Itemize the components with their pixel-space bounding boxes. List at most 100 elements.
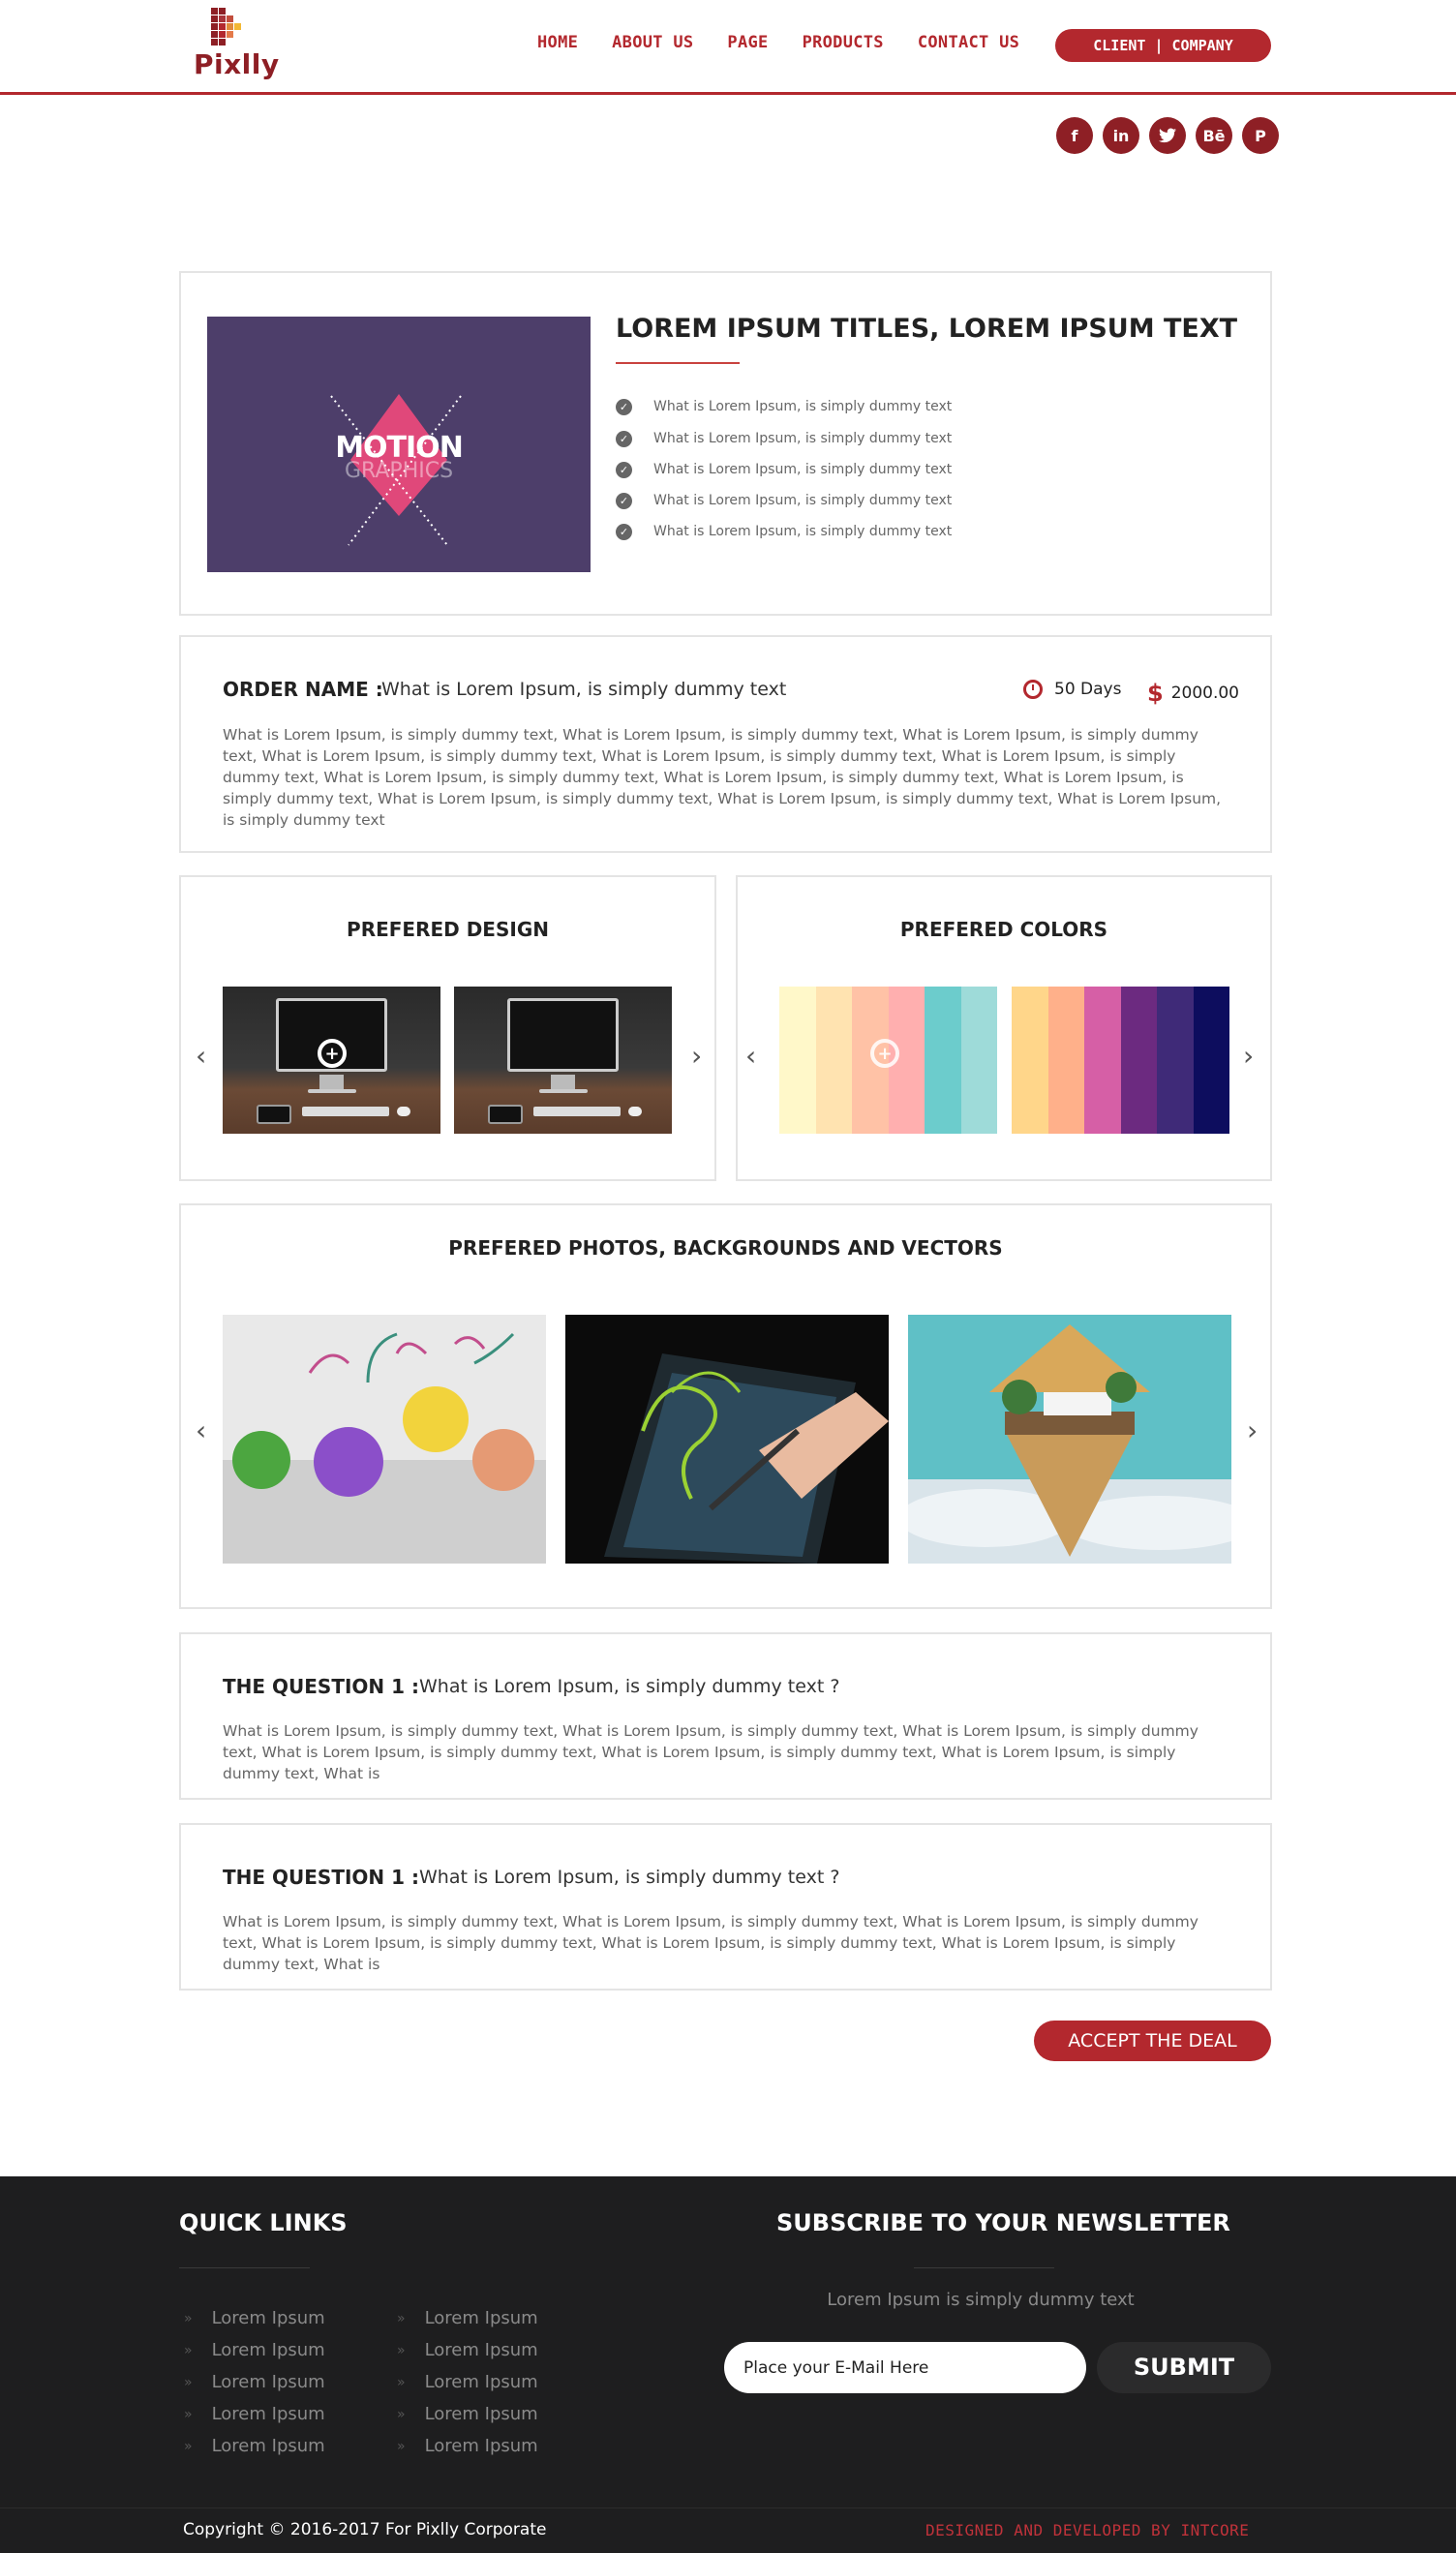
quick-link-label: Lorem Ipsum: [424, 2372, 538, 2392]
color-swatch: [1047, 987, 1084, 1134]
nav-contact-us[interactable]: CONTACT US: [918, 33, 1019, 52]
list-item: ✓ What is Lorem Ipsum, is simply dummy te…: [616, 460, 952, 479]
question-label: THE QUESTION 1 :: [223, 1675, 419, 1698]
prefered-photos-title: PREFERED PHOTOS, BACKGROUNDS AND VECTORS: [448, 1236, 1003, 1260]
chevron-right-icon[interactable]: ›: [691, 1040, 702, 1072]
double-chevron-icon: »: [397, 2406, 406, 2422]
double-chevron-icon: »: [184, 2406, 193, 2422]
chevron-left-icon[interactable]: ‹: [745, 1040, 756, 1072]
chevron-right-icon[interactable]: ›: [1243, 1040, 1254, 1072]
color-swatch: [1193, 987, 1229, 1134]
linkedin-icon[interactable]: in: [1103, 117, 1139, 154]
quick-link-label: Lorem Ipsum: [424, 2404, 538, 2424]
double-chevron-icon: »: [184, 2438, 193, 2454]
question-card: THE QUESTION 1 : What is Lorem Ipsum, is…: [179, 1632, 1272, 1800]
question-description: What is Lorem Ipsum, is simply dummy tex…: [223, 1722, 1198, 1782]
quick-link[interactable]: » Lorem Ipsum: [184, 2366, 325, 2398]
order-days-text: 50 Days: [1054, 680, 1122, 699]
quick-links-column-1: » Lorem Ipsum » Lorem Ipsum » Lorem Ipsum »…: [184, 2302, 325, 2462]
check-circle-icon: ✓: [616, 430, 632, 447]
chevron-right-icon[interactable]: ›: [1247, 1414, 1258, 1446]
monitor-base: [308, 1089, 356, 1093]
main-nav: HOME ABOUT US PAGE PRODUCTS CONTACT US: [537, 33, 1053, 52]
quick-link[interactable]: » Lorem Ipsum: [397, 2398, 538, 2430]
zoom-in-icon[interactable]: +: [870, 1039, 899, 1068]
newsletter-subtitle: Lorem Ipsum is simply dummy text: [827, 2290, 1135, 2310]
check-circle-icon: ✓: [616, 492, 632, 509]
quick-link[interactable]: » Lorem Ipsum: [397, 2334, 538, 2366]
quick-link[interactable]: » Lorem Ipsum: [397, 2302, 538, 2334]
order-description: What is Lorem Ipsum, is simply dummy tex…: [223, 726, 1222, 829]
quick-link[interactable]: » Lorem Ipsum: [184, 2302, 325, 2334]
color-swatch: [779, 987, 816, 1134]
nav-home[interactable]: HOME: [537, 33, 578, 52]
list-item: ✓ What is Lorem Ipsum, is simply dummy te…: [616, 522, 952, 541]
monitor-screen: [507, 998, 619, 1072]
motion-graphics-image: MOTION GRAPHICS: [207, 317, 591, 572]
newsletter-email-input[interactable]: [724, 2342, 1086, 2393]
newsletter-submit-button[interactable]: SUBMIT: [1097, 2342, 1271, 2393]
double-chevron-icon: »: [184, 2374, 193, 2390]
color-swatch: [1084, 987, 1121, 1134]
quick-link[interactable]: » Lorem Ipsum: [184, 2398, 325, 2430]
prefered-design-card: PREFERED DESIGN ‹ + ›: [179, 875, 716, 1181]
order-card: ORDER NAME : What is Lorem Ipsum, is sim…: [179, 635, 1272, 853]
question-label: THE QUESTION 1 :: [223, 1866, 419, 1889]
nav-page[interactable]: PAGE: [727, 33, 768, 52]
check-circle-icon: ✓: [616, 523, 632, 540]
quick-link[interactable]: » Lorem Ipsum: [397, 2366, 538, 2398]
quick-link[interactable]: » Lorem Ipsum: [184, 2430, 325, 2462]
double-chevron-icon: »: [397, 2342, 406, 2358]
tablet: [257, 1105, 291, 1124]
order-duration: 50 Days: [1023, 680, 1121, 699]
quick-links-column-2: » Lorem Ipsum » Lorem Ipsum » Lorem Ipsum »…: [397, 2302, 538, 2462]
photo-crumpled-paper[interactable]: [223, 1315, 546, 1564]
behance-icon[interactable]: Bē: [1196, 117, 1232, 154]
list-item: ✓ What is Lorem Ipsum, is simply dummy te…: [616, 491, 952, 510]
color-swatch: [815, 987, 852, 1134]
facebook-icon[interactable]: f: [1056, 117, 1093, 154]
twitter-icon[interactable]: [1149, 117, 1186, 154]
quick-link[interactable]: » Lorem Ipsum: [184, 2334, 325, 2366]
design-thumbnail[interactable]: [454, 987, 672, 1134]
design-thumbnail[interactable]: +: [223, 987, 440, 1134]
quick-link-label: Lorem Ipsum: [211, 2340, 325, 2360]
quick-link-label: Lorem Ipsum: [211, 2404, 325, 2424]
nav-about-us[interactable]: ABOUT US: [612, 33, 693, 52]
color-swatch: [960, 987, 997, 1134]
twitter-bird-icon: [1159, 128, 1176, 143]
keyboard: [533, 1107, 621, 1116]
developer-credit[interactable]: DESIGNED AND DEVELOPED BY INTCORE: [925, 2521, 1249, 2539]
accept-deal-button[interactable]: ACCEPT THE DEAL: [1034, 2021, 1271, 2061]
newsletter-underline: [914, 2267, 1054, 2268]
chevron-left-icon[interactable]: ‹: [196, 1414, 206, 1446]
monitor-stand: [551, 1075, 575, 1090]
tablet: [488, 1105, 523, 1124]
prefered-colors-card: PREFERED COLORS ‹ + ›: [736, 875, 1272, 1181]
quick-links-underline: [179, 2267, 310, 2268]
photo-floating-island[interactable]: [908, 1315, 1231, 1564]
order-name-label: ORDER NAME :: [223, 678, 383, 701]
list-item-text: What is Lorem Ipsum, is simply dummy tex…: [653, 493, 953, 508]
question-value: What is Lorem Ipsum, is simply dummy tex…: [419, 1867, 840, 1888]
double-chevron-icon: »: [397, 2374, 406, 2390]
footer-divider: [0, 2507, 1456, 2508]
zoom-in-icon[interactable]: +: [318, 1039, 347, 1068]
quick-link-label: Lorem Ipsum: [424, 2436, 538, 2456]
mouse: [628, 1107, 642, 1116]
social-links: f in Bē P: [1056, 117, 1289, 154]
chevron-left-icon[interactable]: ‹: [196, 1040, 206, 1072]
nav-products[interactable]: PRODUCTS: [803, 33, 884, 52]
color-palette-2[interactable]: [1012, 987, 1229, 1134]
quick-link[interactable]: » Lorem Ipsum: [397, 2430, 538, 2462]
logo-mark-icon: [211, 8, 250, 46]
photo-tablet-drawing[interactable]: [565, 1315, 889, 1564]
copyright-text: Copyright © 2016-2017 For Pixlly Corpora…: [183, 2520, 547, 2539]
logo[interactable]: Pixlly: [194, 8, 279, 80]
quick-link-label: Lorem Ipsum: [211, 2436, 325, 2456]
pinterest-icon[interactable]: P: [1242, 117, 1279, 154]
client-company-button[interactable]: CLIENT | COMPANY: [1055, 29, 1271, 62]
hero-card: MOTION GRAPHICS LOREM IPSUM TITLES, LORE…: [179, 271, 1272, 616]
double-chevron-icon: »: [397, 2438, 406, 2454]
dollar-icon: $: [1147, 680, 1164, 707]
